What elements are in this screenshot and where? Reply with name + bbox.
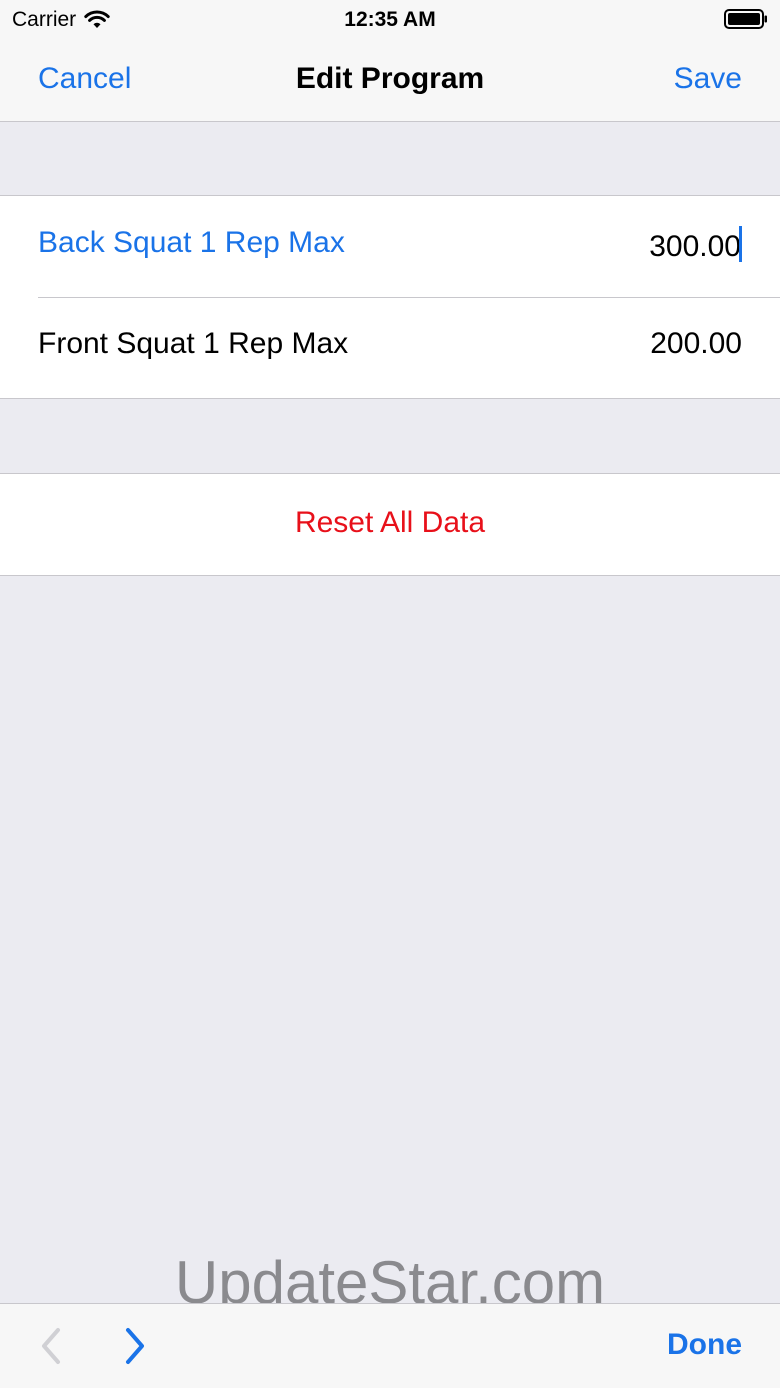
chevron-right-icon[interactable] — [120, 1326, 150, 1366]
battery-icon — [724, 9, 767, 29]
done-button[interactable]: Done — [667, 1328, 742, 1362]
front-squat-row[interactable]: Front Squat 1 Rep Max 200.00 — [0, 297, 780, 398]
back-squat-row[interactable]: Back Squat 1 Rep Max 300.00 — [0, 196, 780, 297]
back-squat-value: 300.00 — [649, 230, 741, 263]
front-squat-input[interactable]: 200.00 — [650, 327, 742, 361]
back-squat-label: Back Squat 1 Rep Max — [38, 226, 345, 259]
keyboard-toolbar: Done — [0, 1303, 780, 1388]
text-cursor — [739, 226, 742, 262]
status-time: 12:35 AM — [344, 8, 436, 31]
reset-all-data-button[interactable]: Reset All Data — [0, 506, 780, 540]
save-button[interactable]: Save — [674, 62, 742, 96]
front-squat-label: Front Squat 1 Rep Max — [38, 327, 349, 360]
reset-section: Reset All Data — [0, 473, 780, 576]
navigation-bar: Cancel Edit Program Save — [0, 40, 780, 122]
page-title: Edit Program — [295, 62, 485, 95]
chevron-left-icon[interactable] — [36, 1326, 66, 1366]
back-squat-input[interactable]: 300.00 — [649, 226, 742, 264]
one-rep-max-fields: Back Squat 1 Rep Max 300.00 Front Squat … — [0, 195, 780, 399]
status-bar: Carrier 12:35 AM — [0, 0, 780, 40]
